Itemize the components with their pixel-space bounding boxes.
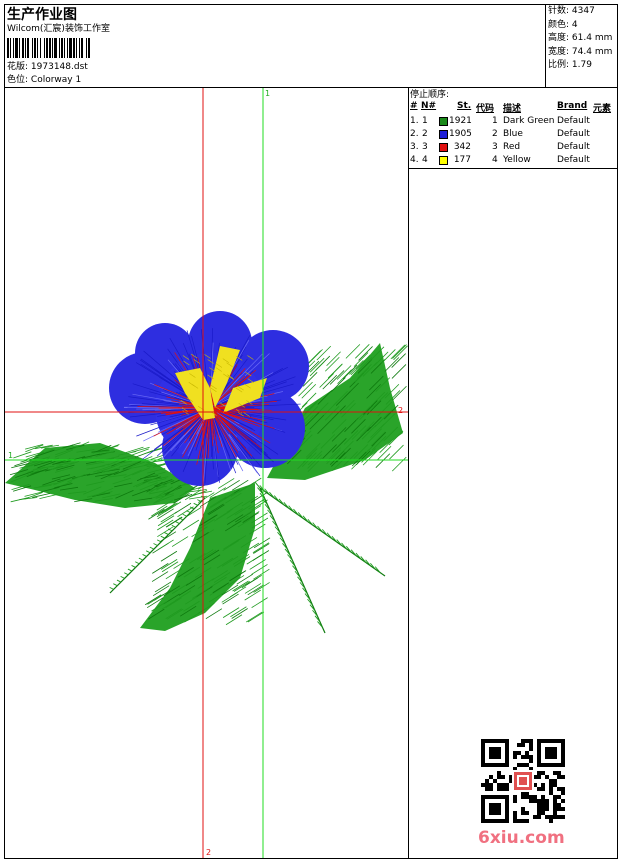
row-brand: Default [557, 155, 590, 165]
row-description: Yellow [503, 155, 531, 165]
stat-height: 高度: 61.4 mm [548, 33, 613, 43]
guide-label-top: 1 [265, 89, 271, 98]
row-needle: 4 [422, 155, 428, 165]
row-stitches: 1905 [449, 129, 472, 139]
colorway-row: 色位: Colorway 1 [7, 74, 81, 86]
guide-label-bottom: 2 [206, 848, 212, 857]
design-label: 花版: [7, 62, 29, 72]
color-swatch [439, 143, 448, 152]
embroidery-design [5, 88, 408, 858]
row-brand: Default [557, 129, 590, 139]
row-brand: Default [557, 116, 590, 126]
row-code: 1 [492, 116, 498, 126]
stat-width: 宽度: 74.4 mm [548, 46, 613, 57]
row-description: Red [503, 142, 521, 152]
design-file-row: 花版: 1973148.dst [7, 61, 88, 73]
row-needle: 3 [422, 142, 428, 152]
company-name: Wilcom(汇宸)装饰工作室 [7, 24, 110, 34]
stat-scale: 比例: 1.79 [548, 60, 592, 70]
barcode [7, 38, 90, 58]
row-num: 1. [410, 116, 419, 126]
row-stitches: 342 [453, 142, 471, 152]
row-num: 3. [410, 142, 419, 152]
stat-stitches: 针数: 4347 [548, 6, 595, 16]
row-stitches: 1921 [449, 116, 472, 126]
row-stitches: 177 [453, 155, 471, 165]
color-swatch [439, 156, 448, 165]
qr-code [480, 738, 566, 824]
stat-colors: 颜色: 4 [548, 19, 578, 30]
col-header-n: N# [421, 101, 437, 111]
row-code: 3 [492, 142, 498, 152]
col-header-num: # [410, 101, 418, 111]
row-num: 2. [410, 129, 419, 139]
row-code: 4 [492, 155, 498, 165]
row-description: Dark Green [503, 116, 555, 126]
row-needle: 2 [422, 129, 428, 139]
col-header-brand: Brand [557, 101, 588, 111]
document-title: 生产作业图 [7, 7, 77, 23]
col-header-desc: 描述 [503, 104, 522, 114]
col-header-code: 代码 [476, 104, 495, 114]
row-brand: Default [557, 142, 590, 152]
stop-sequence-title: 停止顺序: [410, 90, 450, 100]
guide-label-right: 2 [398, 406, 404, 415]
guide-label-left: 1 [8, 451, 14, 460]
row-num: 4. [410, 155, 419, 165]
color-swatch [439, 130, 448, 139]
col-header-element: 元素 [593, 104, 612, 114]
stop-sequence-divider [408, 168, 618, 169]
stats-list: 针数: 4347 颜色: 4 高度: 61.4 mm 宽度: 74.4 mm 比… [548, 5, 612, 73]
watermark-site: 6xiu.com [478, 828, 565, 848]
colorway-label: 色位: [7, 75, 29, 85]
color-swatch [439, 117, 448, 126]
row-needle: 1 [422, 116, 428, 126]
row-code: 2 [492, 129, 498, 139]
col-header-st: St. [457, 101, 472, 111]
design-file: 1973148.dst [30, 62, 88, 72]
row-description: Blue [503, 129, 523, 139]
colorway-value: Colorway 1 [30, 75, 82, 85]
